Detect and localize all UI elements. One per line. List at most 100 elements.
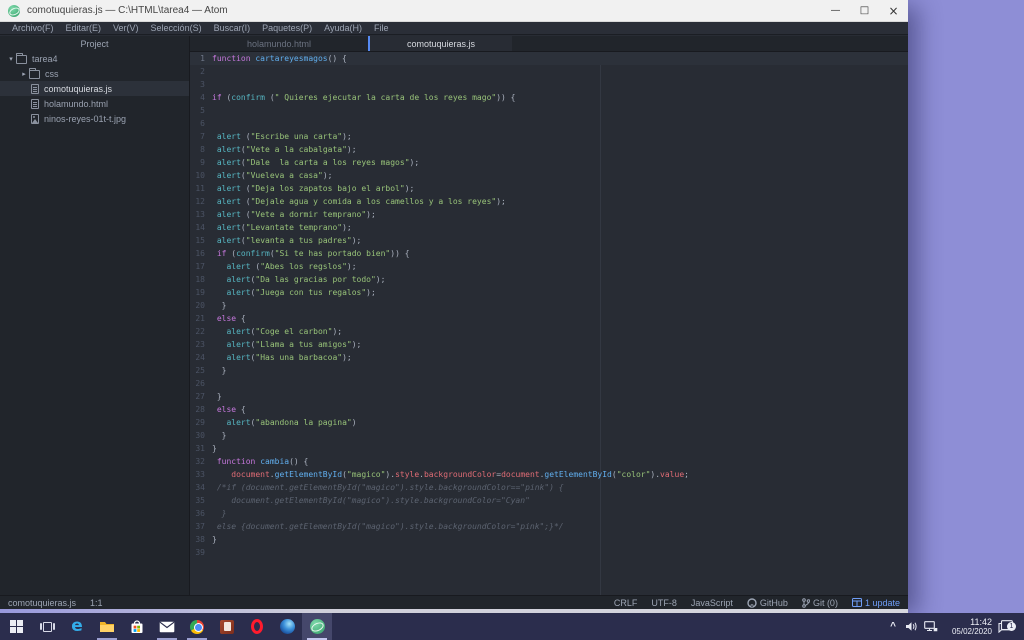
code-line[interactable]: 11 alert ("Deja los zapatos bajo el arbo… [190,182,908,195]
maximize-button[interactable]: □ [850,0,879,21]
code-line[interactable]: 21 else { [190,312,908,325]
code-line[interactable]: 26 [190,377,908,390]
code-line[interactable]: 15 alert("levanta a tus padres"); [190,234,908,247]
clock-date: 05/02/2020 [951,626,992,636]
tab-comotuquieras.js[interactable]: comotuquieras.js [368,36,512,51]
desktop: comotuquieras.js — C:\HTML\tarea4 — Atom… [0,0,1024,640]
start-button[interactable] [0,613,32,640]
taskbar-app-opera[interactable] [242,613,272,640]
menu-item[interactable]: Ayuda(H) [318,23,368,33]
code-line[interactable]: 14 alert("Levantate temprano"); [190,221,908,234]
line-number: 20 [195,301,205,310]
code-line[interactable]: 25 } [190,364,908,377]
status-line-ending[interactable]: CRLF [614,598,638,608]
windows-logo-icon [9,620,23,633]
code-line[interactable]: 18 alert("Da las gracias por todo"); [190,273,908,286]
code-line[interactable]: 7 alert ("Escribe una carta"); [190,130,908,143]
taskbar-app-red-document[interactable] [212,613,242,640]
code-line[interactable]: 32 function cambia() { [190,455,908,468]
tree-item-holamundo.html[interactable]: holamundo.html [0,96,189,111]
code-line[interactable]: 31} [190,442,908,455]
code-line[interactable]: 3 [190,78,908,91]
code-line[interactable]: 35 document.getElementById("magico").sty… [190,494,908,507]
close-button[interactable]: × [879,0,908,21]
line-number: 33 [195,470,205,479]
code-text: alert("Vete a la cabalgata"); [216,145,357,154]
package-icon [851,598,862,607]
code-line[interactable]: 8 alert("Vete a la cabalgata"); [190,143,908,156]
code-line[interactable]: 16 if (confirm("Si te has portado bien")… [190,247,908,260]
code-line[interactable]: 19 alert("Juega con tus regalos"); [190,286,908,299]
image-file-icon [31,113,39,124]
code-text: alert("levanta a tus padres"); [216,236,362,245]
menu-item[interactable]: Editar(E) [60,23,108,33]
taskbar-app-atom[interactable] [302,613,332,640]
menu-item[interactable]: Paquetes(P) [256,23,318,33]
menu-bar: Archivo(F) Editar(E) Ver(V) Selección(S) Bus… [0,22,908,35]
code-line[interactable]: 20 } [190,299,908,312]
code-line[interactable]: 6 [190,117,908,130]
code-text: alert("Da las gracias por todo"); [226,275,386,284]
line-number: 11 [195,184,205,193]
action-center-button[interactable]: 1 [992,620,1018,633]
volume-icon[interactable] [902,621,921,632]
taskbar-app-edge[interactable]: e [62,613,92,640]
code-line[interactable]: 28 else { [190,403,908,416]
taskbar-app-store[interactable] [122,613,152,640]
code-line[interactable]: 13 alert ("Vete a dormir temprano"); [190,208,908,221]
code-lines[interactable]: 1 function cartareyesmagos() {2 3 4 if (conf… [190,52,908,595]
code-line[interactable]: 4 if (confirm (" Quieres ejecutar la cart… [190,91,908,104]
tab-bar: holamundo.html comotuquieras.js [190,36,908,52]
status-encoding[interactable]: UTF-8 [651,598,677,608]
tray-chevron-icon[interactable]: ^ [884,621,902,632]
file-explorer-icon [100,622,114,632]
cursor-position[interactable]: 1:1 [90,598,103,608]
code-line[interactable]: 27 } [190,390,908,403]
code-text: alert ("Vete a dormir temprano"); [216,210,376,219]
taskbar-app-file-explorer[interactable] [92,613,122,640]
menu-item[interactable]: Ver(V) [107,23,145,33]
tab-holamundo.html[interactable]: holamundo.html [190,36,368,51]
code-line[interactable]: 24 alert("Has una barbacoa"); [190,351,908,364]
code-line[interactable]: 22 alert("Coge el carbon"); [190,325,908,338]
code-line[interactable]: 33 document.getElementById("magico").sty… [190,468,908,481]
code-text: document.getElementById("magico").style.… [231,470,689,479]
taskbar-app-blue-sphere[interactable] [272,613,302,640]
status-updates[interactable]: 1 update [851,598,900,608]
status-github[interactable]: GitHub [747,598,788,608]
menu-item[interactable]: Archivo(F) [6,23,60,33]
code-line[interactable]: 12 alert ("Dejale agua y comida a los ca… [190,195,908,208]
code-line[interactable]: 2 [190,65,908,78]
tree-item-ninos-reyes-01t-t.jpg[interactable]: ninos-reyes-01t-t.jpg [0,111,189,126]
code-line[interactable]: 38} [190,533,908,546]
code-line[interactable]: 23 alert("Llama a tus amigos"); [190,338,908,351]
status-git[interactable]: Git (0) [802,598,838,608]
menu-item[interactable]: Selección(S) [145,23,208,33]
code-line[interactable]: 10 alert("Vueleva a casa"); [190,169,908,182]
code-line[interactable]: 30 } [190,429,908,442]
code-line[interactable]: 5 [190,104,908,117]
menu-item[interactable]: Buscar(I) [208,23,257,33]
code-line[interactable]: 34 /*if (document.getElementById("magico… [190,481,908,494]
line-number: 7 [200,132,205,141]
code-line[interactable]: 9 alert("Dale la carta a los reyes magos… [190,156,908,169]
code-text: else { [216,314,246,323]
task-view-button[interactable] [32,613,62,640]
code-line[interactable]: 37 else {document.getElementById("magico… [190,520,908,533]
code-line[interactable]: 1 function cartareyesmagos() { [190,52,908,65]
code-line[interactable]: 36 } [190,507,908,520]
code-line[interactable]: 17 alert ("Abes los regslos"); [190,260,908,273]
taskbar-clock[interactable]: 11:42 05/02/2020 [940,617,992,637]
taskbar-app-chrome[interactable] [182,613,212,640]
code-line[interactable]: 29 alert("abandona la pagina") [190,416,908,429]
minimize-button[interactable]: — [821,0,850,21]
network-icon[interactable] [921,621,940,632]
tree-item-css[interactable]: ▸ css [0,66,189,81]
taskbar-app-mail[interactable] [152,613,182,640]
code-line[interactable]: 39 [190,546,908,559]
tree-item-tarea4[interactable]: ▾ tarea4 [0,51,189,66]
status-file-name[interactable]: comotuquieras.js [8,598,76,608]
tree-item-comotuquieras.js[interactable]: comotuquieras.js [0,81,189,96]
status-grammar[interactable]: JavaScript [691,598,733,608]
menu-item[interactable]: File [368,23,395,33]
